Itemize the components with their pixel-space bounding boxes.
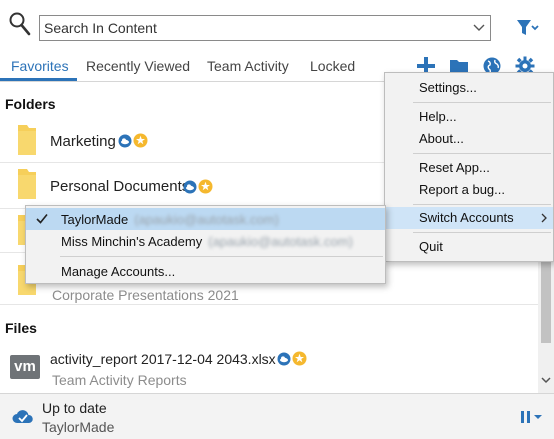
checkmark-icon xyxy=(36,213,48,224)
sync-status: Up to date xyxy=(42,400,107,416)
account-email: (apaukio@autotask.com) xyxy=(208,234,353,249)
cloud-check-icon xyxy=(12,410,33,423)
star-icon[interactable] xyxy=(198,179,213,194)
account-name: TaylorMade xyxy=(61,212,129,227)
pause-menu-icon[interactable] xyxy=(519,409,545,425)
section-header-files: Files xyxy=(5,320,37,336)
menu-item-reset-app[interactable]: Reset App... xyxy=(385,157,553,179)
folder-location: Corporate Presentations 2021 xyxy=(52,287,239,303)
settings-menu: Settings... Help... About... Reset App..… xyxy=(384,72,554,262)
star-icon[interactable] xyxy=(292,351,307,366)
chevron-right-icon xyxy=(541,213,547,223)
account-item-taylormade[interactable]: TaylorMade (apaukio@autotask.com) xyxy=(26,208,385,230)
menu-separator xyxy=(413,153,551,154)
menu-item-about[interactable]: About... xyxy=(385,128,553,150)
cloud-sync-icon xyxy=(277,352,291,366)
file-name: activity_report 2017-12-04 2043.xlsx xyxy=(50,351,276,367)
tab-locked[interactable]: Locked xyxy=(310,58,355,74)
search-input[interactable] xyxy=(44,18,464,38)
chevron-down-icon[interactable] xyxy=(472,22,486,34)
menu-separator xyxy=(413,204,551,205)
active-tab-indicator xyxy=(0,78,77,81)
manage-accounts-item[interactable]: Manage Accounts... xyxy=(26,260,385,282)
scrollbar-thumb[interactable] xyxy=(541,253,551,343)
menu-separator xyxy=(413,232,551,233)
vm-file-icon: vm xyxy=(10,355,40,379)
search-icon[interactable] xyxy=(8,11,32,37)
menu-separator xyxy=(60,256,383,257)
menu-item-help[interactable]: Help... xyxy=(385,106,553,128)
menu-item-label: Switch Accounts xyxy=(419,210,514,225)
section-header-folders: Folders xyxy=(5,96,56,112)
menu-item-switch-accounts[interactable]: Switch Accounts xyxy=(385,207,553,229)
menu-item-report-bug[interactable]: Report a bug... xyxy=(385,179,553,201)
scroll-down-arrow-icon[interactable] xyxy=(541,375,551,385)
folder-name: Marketing xyxy=(50,133,116,150)
star-icon[interactable] xyxy=(133,133,148,148)
tab-recently-viewed[interactable]: Recently Viewed xyxy=(86,58,190,74)
switch-accounts-submenu: TaylorMade (apaukio@autotask.com) Miss Mi… xyxy=(25,205,386,284)
tab-team-activity[interactable]: Team Activity xyxy=(207,58,289,74)
cloud-sync-icon xyxy=(183,180,197,194)
folder-icon xyxy=(18,125,36,155)
account-name: Miss Minchin's Academy xyxy=(61,234,203,249)
file-location: Team Activity Reports xyxy=(52,372,187,388)
folder-name: Personal Documents xyxy=(50,178,190,195)
account-email: (apaukio@autotask.com) xyxy=(134,212,279,227)
footer-account-name: TaylorMade xyxy=(42,419,115,435)
menu-item-settings[interactable]: Settings... xyxy=(385,77,553,99)
menu-item-quit[interactable]: Quit xyxy=(385,236,553,258)
file-row[interactable]: vm activity_report 2017-12-04 2043.xlsx … xyxy=(0,341,538,393)
filter-icon[interactable] xyxy=(516,17,540,39)
cloud-sync-icon xyxy=(118,134,132,148)
account-item-miss-minchins-academy[interactable]: Miss Minchin's Academy (apaukio@autotask.… xyxy=(26,230,385,252)
status-footer: Up to date TaylorMade xyxy=(0,393,554,439)
search-field[interactable] xyxy=(39,15,491,41)
menu-separator xyxy=(413,102,551,103)
tab-favorites[interactable]: Favorites xyxy=(11,58,69,74)
top-bar xyxy=(0,0,554,52)
folder-icon xyxy=(18,169,36,199)
